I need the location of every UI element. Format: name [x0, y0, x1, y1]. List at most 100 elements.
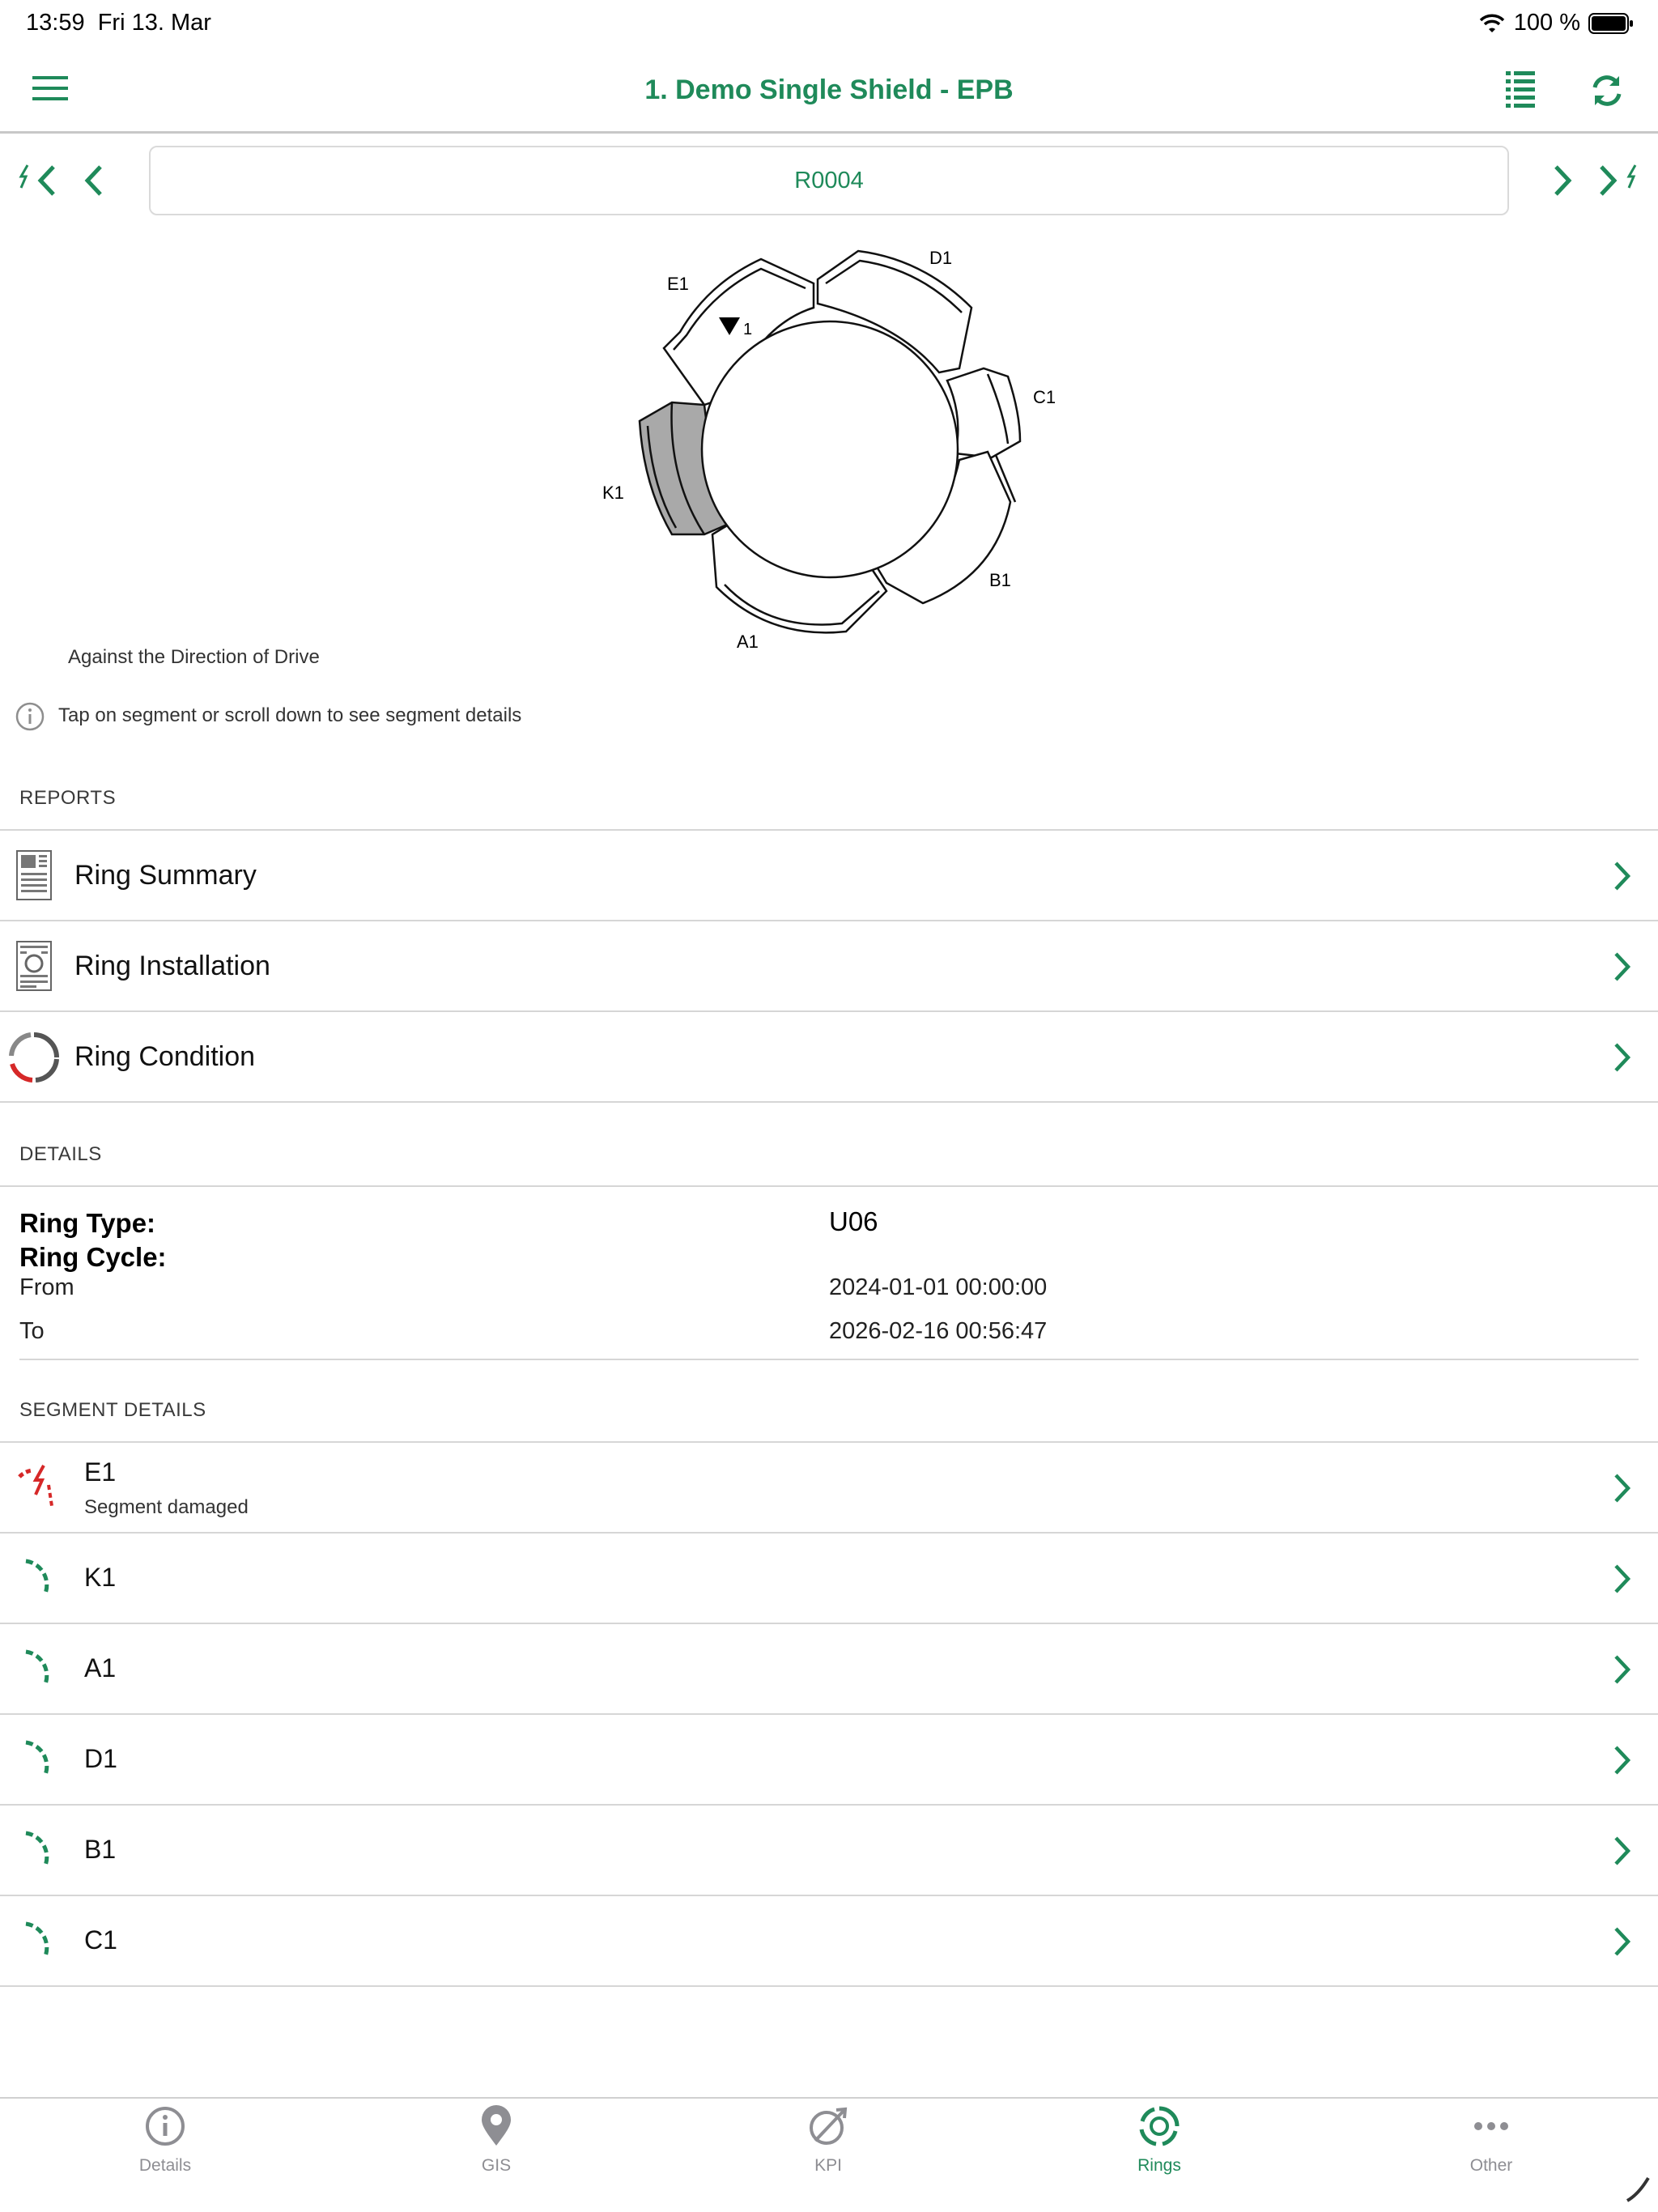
- kpi-icon: [810, 2107, 848, 2145]
- report-row-ring-installation[interactable]: Ring Installation: [0, 921, 1658, 1010]
- report-label: Ring Summary: [74, 860, 257, 891]
- nav-divider: [0, 131, 1658, 134]
- tab-bar-divider: [0, 2097, 1658, 2099]
- map-pin-icon: [482, 2105, 511, 2146]
- label-a1: A1: [737, 632, 759, 652]
- diagram-caption: Against the Direction of Drive: [68, 646, 320, 668]
- segment-ok-icon: [25, 1559, 49, 1594]
- next-ring-button[interactable]: [1551, 164, 1575, 202]
- segment-ok-icon: [25, 1740, 49, 1776]
- divider: [19, 1359, 1639, 1360]
- chevron-right-icon: [1614, 861, 1631, 891]
- segment-row-d1[interactable]: D1: [0, 1715, 1658, 1804]
- segment-ok-icon: [25, 1921, 49, 1957]
- status-bar-right: 100 %: [1478, 10, 1634, 36]
- status-bar-time: 13:59 Fri 13. Mar: [26, 10, 211, 36]
- to-label: To: [19, 1318, 45, 1344]
- segment-ok-icon: [25, 1831, 49, 1866]
- label-d1: D1: [929, 248, 952, 268]
- list-button[interactable]: [1506, 71, 1535, 113]
- tab-label: Details: [138, 2156, 192, 2175]
- info-icon: [146, 2107, 185, 2146]
- chevron-right-icon: [1614, 1474, 1631, 1503]
- divider: [0, 1101, 1658, 1103]
- ring-installation-icon: [16, 941, 52, 991]
- list-icon: [1506, 71, 1535, 108]
- chevron-right-icon: [1614, 952, 1631, 981]
- previous-ring-button[interactable]: [81, 164, 105, 202]
- segment-row-b1[interactable]: B1: [0, 1806, 1658, 1895]
- report-row-ring-condition[interactable]: Ring Condition: [0, 1012, 1658, 1101]
- tab-label: Rings: [1137, 2156, 1181, 2175]
- segment-damaged-icon: [18, 1465, 53, 1507]
- battery-percent: 100 %: [1513, 10, 1580, 36]
- ring-cycle-label: Ring Cycle:: [19, 1242, 167, 1272]
- segment-name: E1: [84, 1457, 117, 1487]
- segment-name: A1: [84, 1653, 117, 1682]
- segment-ok-icon: [25, 1649, 49, 1685]
- tab-kpi[interactable]: KPI: [747, 2105, 909, 2176]
- refresh-button[interactable]: [1590, 73, 1624, 113]
- segment-row-c1[interactable]: C1: [0, 1896, 1658, 1985]
- first-damaged-ring-button[interactable]: [16, 164, 60, 202]
- chevron-left-icon: [84, 165, 102, 196]
- rings-icon: [1139, 2106, 1180, 2146]
- chevron-right-icon: [1614, 1927, 1631, 1956]
- chevron-right-icon: [1614, 1564, 1631, 1593]
- date-text: Fri 13. Mar: [97, 10, 211, 36]
- segment-name: C1: [84, 1925, 117, 1955]
- info-hint-text: Tap on segment or scroll down to see seg…: [58, 704, 522, 726]
- ring-condition-icon: [9, 1032, 59, 1083]
- tab-details[interactable]: Details: [84, 2105, 246, 2176]
- ring-diagram[interactable]: 1 E1 D1 C1 B1 A1 K1: [567, 235, 1085, 672]
- ring-id: R0004: [794, 167, 864, 194]
- more-icon: [1474, 2122, 1508, 2130]
- wifi-icon: [1479, 14, 1504, 32]
- report-label: Ring Condition: [74, 1041, 256, 1072]
- segment-details-header: SEGMENT DETAILS: [19, 1399, 206, 1421]
- divider: [0, 1185, 1658, 1187]
- segment-name: K1: [84, 1563, 117, 1592]
- tab-label: Other: [1469, 2156, 1513, 2175]
- ring-type-value: U06: [829, 1206, 878, 1236]
- from-value: 2024-01-01 00:00:00: [829, 1274, 1048, 1300]
- to-value: 2026-02-16 00:56:47: [829, 1318, 1048, 1344]
- segment-row-e1[interactable]: E1 Segment damaged: [0, 1443, 1658, 1532]
- label-b1: B1: [989, 570, 1011, 590]
- refresh-icon: [1592, 75, 1622, 106]
- report-row-ring-summary[interactable]: Ring Summary: [0, 831, 1658, 920]
- tab-gis[interactable]: GIS: [415, 2105, 577, 2176]
- time-text: 13:59: [26, 10, 85, 36]
- info-icon: [15, 701, 45, 736]
- marker-label: 1: [743, 321, 752, 338]
- chevron-right-icon: [1614, 1836, 1631, 1865]
- label-c1: C1: [1033, 387, 1056, 407]
- details-header: DETAILS: [19, 1143, 102, 1165]
- chevron-right-icon: [1554, 165, 1572, 196]
- resize-handle-icon[interactable]: [1624, 2175, 1652, 2202]
- skip-last-damaged-icon: [1600, 164, 1637, 196]
- tab-label: GIS: [481, 2156, 512, 2175]
- chevron-right-icon: [1614, 1655, 1631, 1684]
- segment-name: B1: [84, 1835, 117, 1864]
- segment-name: D1: [84, 1744, 117, 1773]
- tab-label: KPI: [814, 2156, 842, 2175]
- divider: [0, 1985, 1658, 1987]
- segment-row-a1[interactable]: A1: [0, 1624, 1658, 1713]
- skip-first-damaged-icon: [19, 164, 55, 196]
- label-k1: K1: [602, 483, 624, 503]
- tab-rings[interactable]: Rings: [1078, 2105, 1240, 2176]
- page-title: 1. Demo Single Shield - EPB: [644, 74, 1014, 105]
- chevron-right-icon: [1614, 1043, 1631, 1072]
- report-label: Ring Installation: [74, 951, 270, 981]
- last-damaged-ring-button[interactable]: [1596, 164, 1640, 202]
- ring-type-label: Ring Type:: [19, 1208, 156, 1238]
- label-e1: E1: [667, 274, 689, 294]
- tab-other[interactable]: Other: [1410, 2105, 1572, 2176]
- segment-row-k1[interactable]: K1: [0, 1534, 1658, 1623]
- chevron-right-icon: [1614, 1746, 1631, 1775]
- ring-selector-field[interactable]: R0004: [149, 146, 1509, 215]
- battery-icon: [1588, 12, 1633, 34]
- from-label: From: [19, 1274, 74, 1300]
- reports-header: REPORTS: [19, 787, 117, 809]
